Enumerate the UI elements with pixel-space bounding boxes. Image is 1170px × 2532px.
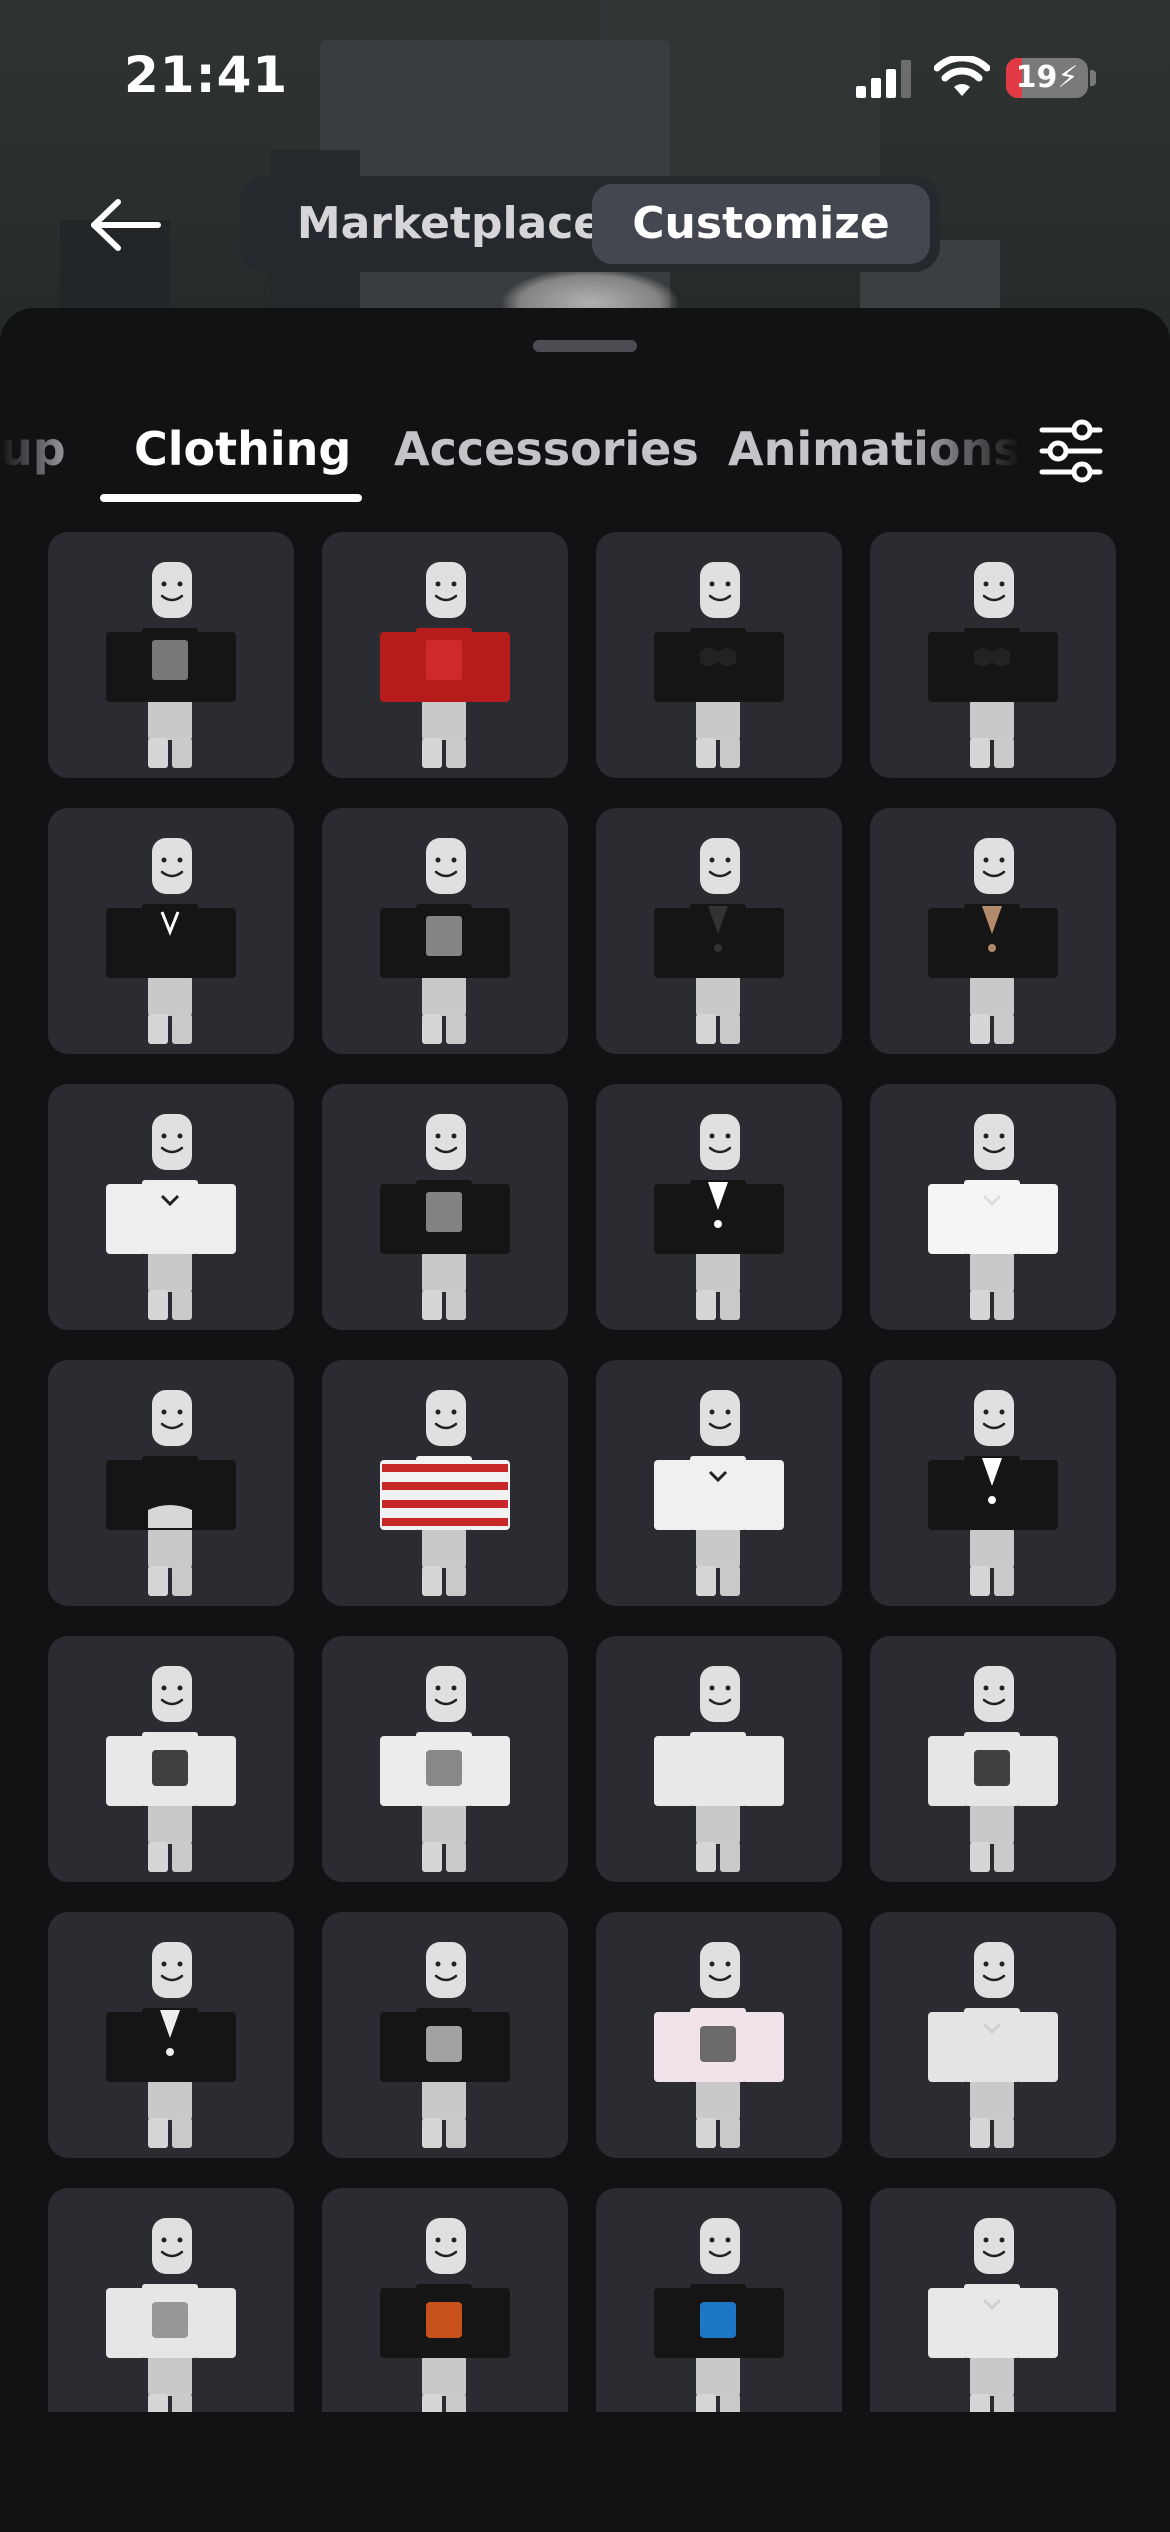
clothing-item-tile[interactable] (322, 808, 568, 1054)
avatar-thumbnail (106, 2218, 236, 2424)
battery-charging-icon: 19⚡ (1006, 58, 1088, 98)
avatar-thumbnail (106, 562, 236, 768)
clothing-item-tile[interactable] (48, 1912, 294, 2158)
clothing-item-tile[interactable] (322, 1636, 568, 1882)
avatar-thumbnail (380, 1390, 510, 1596)
tab-accessories[interactable]: Accessories (394, 422, 699, 476)
wifi-icon (934, 56, 990, 96)
battery-nub (1090, 70, 1096, 86)
clothing-item-tile[interactable] (596, 1084, 842, 1330)
status-time: 21:41 (124, 46, 289, 104)
clothing-item-tile[interactable] (48, 1636, 294, 1882)
tab-marketplace[interactable]: Marketplace (260, 184, 640, 264)
avatar-thumbnail (928, 2218, 1058, 2424)
clothing-item-tile[interactable] (322, 1084, 568, 1330)
avatar-thumbnail (106, 1942, 236, 2148)
avatar-thumbnail (380, 2218, 510, 2424)
tabs-fade-right (900, 408, 1020, 508)
clothing-item-tile[interactable] (48, 1084, 294, 1330)
avatar-thumbnail (928, 1942, 1058, 2148)
battery-percentage: 19⚡ (1015, 60, 1079, 95)
tabs-fade-left (0, 408, 60, 508)
avatar-thumbnail (654, 2218, 784, 2424)
category-tabs: up Clothing Accessories Animations (0, 408, 1170, 518)
avatar-thumbnail (928, 1666, 1058, 1872)
selected-tab-indicator (100, 494, 362, 502)
avatar-thumbnail (380, 1666, 510, 1872)
tab-clothing[interactable]: Clothing (134, 422, 351, 476)
clothing-item-tile[interactable] (322, 2188, 568, 2434)
avatar-thumbnail (654, 838, 784, 1044)
clothing-item-tile[interactable] (596, 1912, 842, 2158)
avatar-thumbnail (654, 1114, 784, 1320)
clothing-item-tile[interactable] (48, 1360, 294, 1606)
clothing-item-tile[interactable] (322, 1912, 568, 2158)
clothing-item-tile[interactable] (870, 532, 1116, 778)
avatar-thumbnail (106, 1114, 236, 1320)
avatar-thumbnail (654, 1666, 784, 1872)
customize-sheet: up Clothing Accessories Animations (0, 308, 1170, 2532)
clothing-item-tile[interactable] (870, 1084, 1116, 1330)
clothing-item-tile[interactable] (48, 808, 294, 1054)
avatar-thumbnail (928, 1114, 1058, 1320)
avatar-thumbnail (654, 1390, 784, 1596)
sliders-icon[interactable] (1036, 416, 1106, 486)
sheet-bottom (0, 2412, 1170, 2532)
clothing-item-tile[interactable] (48, 2188, 294, 2434)
avatar-thumbnail (106, 1390, 236, 1596)
clothing-item-tile[interactable] (596, 532, 842, 778)
avatar-thumbnail (928, 562, 1058, 768)
sheet-drag-handle[interactable] (533, 340, 637, 352)
clothing-grid (48, 532, 1122, 2434)
clothing-item-tile[interactable] (322, 532, 568, 778)
avatar-thumbnail (106, 1666, 236, 1872)
avatar-thumbnail (380, 1942, 510, 2148)
avatar-thumbnail (380, 562, 510, 768)
avatar-thumbnail (654, 1942, 784, 2148)
clothing-item-tile[interactable] (596, 1360, 842, 1606)
back-arrow-icon[interactable] (84, 190, 168, 260)
tab-customize[interactable]: Customize (592, 184, 930, 264)
avatar-thumbnail (928, 838, 1058, 1044)
clothing-item-tile[interactable] (596, 2188, 842, 2434)
clothing-item-tile[interactable] (48, 532, 294, 778)
clothing-item-tile[interactable] (322, 1360, 568, 1606)
avatar-thumbnail (928, 1390, 1058, 1596)
avatar-thumbnail (380, 1114, 510, 1320)
avatar-thumbnail (380, 838, 510, 1044)
clothing-item-tile[interactable] (870, 2188, 1116, 2434)
avatar-thumbnail (654, 562, 784, 768)
avatar-thumbnail (106, 838, 236, 1044)
clothing-item-tile[interactable] (596, 808, 842, 1054)
clothing-item-tile[interactable] (870, 1360, 1116, 1606)
clothing-item-tile[interactable] (870, 808, 1116, 1054)
marketplace-customize-switch: Marketplace Customize (240, 176, 940, 272)
cellular-signal-icon (856, 60, 911, 98)
clothing-item-tile[interactable] (870, 1636, 1116, 1882)
clothing-item-tile[interactable] (596, 1636, 842, 1882)
clothing-item-tile[interactable] (870, 1912, 1116, 2158)
